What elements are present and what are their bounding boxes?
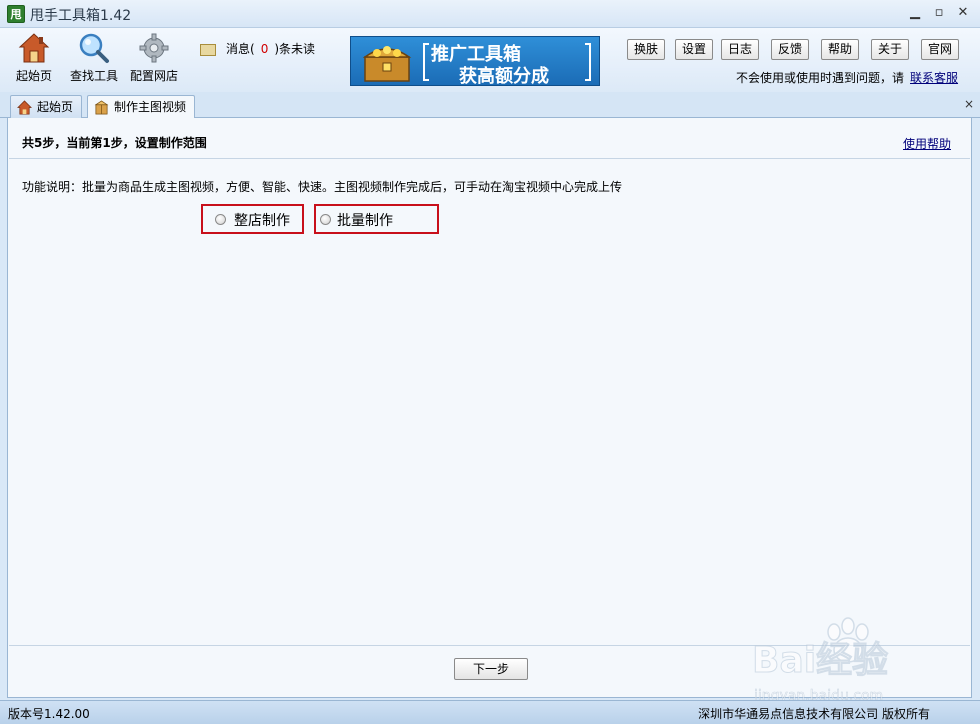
baidu-watermark: Bai经验 jingyan.baidu.com [752, 617, 889, 704]
package-icon [94, 100, 109, 115]
support-hint-text: 不会使用或使用时遇到问题，请 [736, 71, 905, 85]
banner-line2: 获高额分成 [459, 66, 549, 86]
home-icon [18, 33, 50, 63]
main-panel: 共5步，当前第1步，设置制作范围 使用帮助 功能说明：批量为商品生成主图视频，方… [7, 118, 972, 698]
tool-label: 起始页 [15, 69, 52, 83]
tab-label: 起始页 [37, 100, 74, 114]
whole-shop-option[interactable]: 整店制作 [201, 204, 304, 234]
config-shop-button[interactable]: 配置网店 [126, 32, 182, 88]
toolbar: 起始页 查找工具 配置网店 消息(0)条未读 推广工具箱 获高额分成 换肤 … [0, 28, 980, 92]
feature-description: 功能说明：批量为商品生成主图视频，方便、智能、快速。主图视频制作完成后，可手动在… [22, 180, 623, 194]
home-tool-button[interactable]: 起始页 [6, 32, 62, 88]
close-tab-icon[interactable]: × [964, 97, 974, 111]
tab-start-page[interactable]: 起始页 [10, 95, 83, 119]
banner-bracket-left [423, 43, 429, 81]
promo-banner[interactable]: 推广工具箱 获高额分成 [350, 36, 600, 86]
message-suffix: )条未读 [274, 42, 316, 56]
banner-bracket-right [585, 43, 591, 81]
copyright-label: 深圳市华通易点信息技术有限公司 版权所有 [698, 707, 930, 721]
skin-button[interactable]: 换肤 [627, 39, 666, 60]
usage-help-link[interactable]: 使用帮助 [903, 135, 951, 152]
status-bar: 版本号1.42.00 深圳市华通易点信息技术有限公司 版权所有 [0, 700, 980, 724]
radio-button[interactable] [320, 214, 331, 225]
find-tool-button[interactable]: 查找工具 [66, 32, 122, 88]
settings-button[interactable]: 设置 [675, 39, 714, 60]
about-button[interactable]: 关于 [871, 39, 910, 60]
envelope-icon [200, 43, 216, 56]
treasure-chest-icon [362, 46, 412, 82]
tool-label: 查找工具 [69, 69, 118, 83]
website-button[interactable]: 官网 [921, 39, 960, 60]
option-label: 整店制作 [234, 213, 290, 229]
search-icon [79, 33, 109, 63]
batch-option[interactable]: 批量制作 [314, 204, 439, 234]
close-button[interactable]: ✕ [954, 4, 972, 22]
contact-support-link[interactable]: 联系客服 [910, 71, 958, 85]
message-count: 0 [260, 42, 269, 56]
tab-label: 制作主图视频 [114, 100, 187, 114]
tab-make-video[interactable]: 制作主图视频 [87, 95, 196, 120]
gear-icon [139, 33, 169, 63]
version-label: 版本号1.42.00 [8, 707, 90, 721]
tab-bar: 起始页 制作主图视频 [0, 92, 980, 120]
home-icon [17, 100, 32, 115]
minimize-button[interactable]: ▁ [906, 4, 924, 22]
help-button[interactable]: 帮助 [821, 39, 860, 60]
divider [9, 158, 970, 159]
support-hint: 不会使用或使用时遇到问题，请 联系客服 [736, 69, 958, 86]
title-bar: 甩 甩手工具箱1.42 ▁ ▫ ✕ [0, 0, 980, 28]
message-indicator[interactable]: 消息( 0 )条未读 [200, 40, 315, 57]
maximize-button[interactable]: ▫ [930, 4, 948, 22]
app-icon: 甩 [7, 5, 25, 23]
option-label: 批量制作 [337, 213, 393, 229]
feedback-button[interactable]: 反馈 [771, 39, 810, 60]
step-title: 共5步，当前第1步，设置制作范围 [22, 136, 207, 150]
window-title: 甩手工具箱1.42 [30, 8, 132, 24]
log-button[interactable]: 日志 [721, 39, 760, 60]
message-prefix: 消息( [226, 42, 255, 56]
tool-label: 配置网店 [129, 69, 178, 83]
next-step-button[interactable]: 下一步 [454, 658, 528, 680]
radio-button[interactable] [215, 214, 226, 225]
watermark-brand: Bai经验 [752, 640, 888, 681]
